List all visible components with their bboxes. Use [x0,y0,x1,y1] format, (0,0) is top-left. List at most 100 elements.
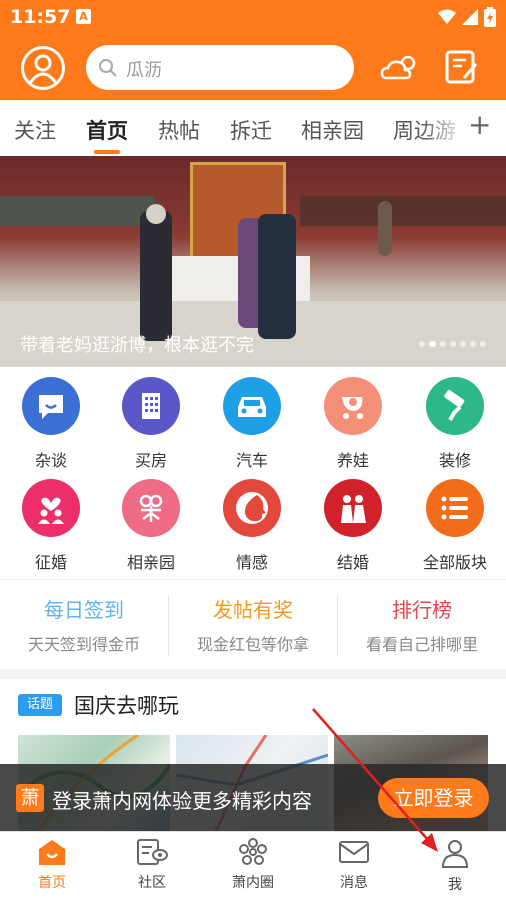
community-icon [137,839,168,865]
promo-subtitle: 天天签到得金币 [27,635,140,654]
nav-messages[interactable]: 消息 [314,838,394,892]
edit-note-icon[interactable] [444,49,480,85]
topic-badge: 话题 [18,694,62,716]
paint-roller-icon [426,377,484,435]
stroller-icon [324,377,382,435]
category-grid: 杂谈 买房 汽车 养娃 装修 征婚 相亲园 情感 结婚 全部版块 [0,377,506,572]
carousel-dot [480,341,486,347]
category-emotion[interactable]: 情感 [207,479,297,574]
nav-home[interactable]: 首页 [12,838,92,892]
banner-photo-person [378,201,392,256]
weather-icon[interactable] [380,52,420,84]
category-label: 买房 [134,451,167,470]
banner-photo-detail [300,196,506,226]
nav-label: 社区 [138,875,166,891]
wifi-icon [438,9,456,24]
section-gap [0,669,506,679]
login-prompt-text: 登录萧内网体验更多精彩内容 [52,789,312,813]
banner-caption: 带着老妈逛浙博，根本逛不完 [20,335,254,356]
app-header: 11:57 A 瓜沥 [0,0,506,100]
nav-community[interactable]: 社区 [112,838,192,892]
login-button[interactable]: 立即登录 [378,778,489,818]
status-bar: 11:57 A [0,0,506,34]
channel-tabs: 关注 首页 热帖 拆迁 相亲园 周边游 + [0,100,506,156]
mail-icon [339,841,369,863]
category-car[interactable]: 汽车 [207,377,297,472]
carousel-dot [460,341,466,347]
carousel-dot [470,341,476,347]
login-prompt-bar: 萧 登录萧内网体验更多精彩内容 立即登录 [0,764,506,831]
promo-daily-checkin[interactable]: 每日签到 天天签到得金币 [0,580,168,668]
promo-subtitle: 现金红包等你拿 [196,635,309,654]
category-label: 装修 [438,451,471,470]
active-tab-indicator [94,150,120,154]
banner-carousel[interactable]: 带着老妈逛浙博，根本逛不完 [0,156,506,367]
promo-leaderboard[interactable]: 排行榜 看看自己排哪里 [338,580,506,668]
carousel-indicator [419,341,486,347]
banner-photo-person [258,214,296,339]
carousel-dot [440,341,446,347]
category-personals[interactable]: 征婚 [6,479,96,574]
notification-app-icon: A [76,9,91,24]
face-profile-icon [223,479,281,537]
category-parenting[interactable]: 养娃 [308,377,398,472]
category-label: 情感 [235,553,268,572]
carousel-dot-active [429,341,436,347]
nav-label: 首页 [38,875,66,891]
category-decoration[interactable]: 装修 [410,377,500,472]
category-house[interactable]: 买房 [106,377,196,472]
banner-photo-person [140,211,172,341]
chat-icon [22,377,80,435]
promo-subtitle: 看看自己排哪里 [365,635,478,654]
promo-post-reward[interactable]: 发帖有奖 现金红包等你拿 [169,580,337,668]
nav-label: 萧内圈 [232,875,274,891]
add-channel-icon[interactable]: + [468,108,491,141]
tab-follow[interactable]: 关注 [14,115,56,145]
tab-home[interactable]: 首页 [86,115,128,145]
banner-photo-detail [0,196,155,226]
building-icon [122,377,180,435]
status-time: 11:57 [10,6,71,28]
list-icon [426,479,484,537]
tab-dating[interactable]: 相亲园 [301,115,364,145]
promo-title: 发帖有奖 [213,598,293,622]
banner-photo-person [146,204,166,224]
home-icon [39,840,65,865]
category-label: 全部版块 [422,553,487,572]
circle-flower-icon [239,838,267,865]
carousel-dot [450,341,456,347]
nav-circle[interactable]: 萧内圈 [213,838,293,892]
matchmaking-icon [122,479,180,537]
status-indicators [438,7,496,27]
category-all-boards[interactable]: 全部版块 [410,479,500,574]
category-label: 汽车 [235,451,268,470]
nav-label: 我 [448,877,462,893]
bottom-navigation: 首页 社区 萧内圈 消息 我 [0,831,506,899]
couple-heart-icon [22,479,80,537]
carousel-dot [419,341,425,347]
category-label: 结婚 [336,553,369,572]
battery-icon [484,7,496,27]
category-matchmaking[interactable]: 相亲园 [106,479,196,574]
promo-title: 每日签到 [44,598,124,622]
nav-label: 消息 [340,875,368,891]
search-placeholder: 瓜沥 [126,60,162,81]
promo-title: 排行榜 [392,598,452,622]
wedding-couple-icon [324,479,382,537]
category-label: 相亲园 [126,553,175,572]
tab-demolition[interactable]: 拆迁 [230,115,272,145]
app-logo-icon: 萧 [16,784,44,812]
user-icon [441,840,469,868]
category-label: 杂谈 [34,451,67,470]
topic-title[interactable]: 国庆去哪玩 [74,690,179,720]
category-chat[interactable]: 杂谈 [6,377,96,472]
category-label: 征婚 [34,553,67,572]
category-wedding[interactable]: 结婚 [308,479,398,574]
tab-hot[interactable]: 热帖 [158,115,200,145]
car-icon [223,377,281,435]
search-bar[interactable]: 瓜沥 [86,45,354,90]
tab-fade [420,100,506,156]
nav-me[interactable]: 我 [415,838,495,894]
avatar-icon[interactable] [21,46,65,90]
signal-icon [462,9,478,25]
